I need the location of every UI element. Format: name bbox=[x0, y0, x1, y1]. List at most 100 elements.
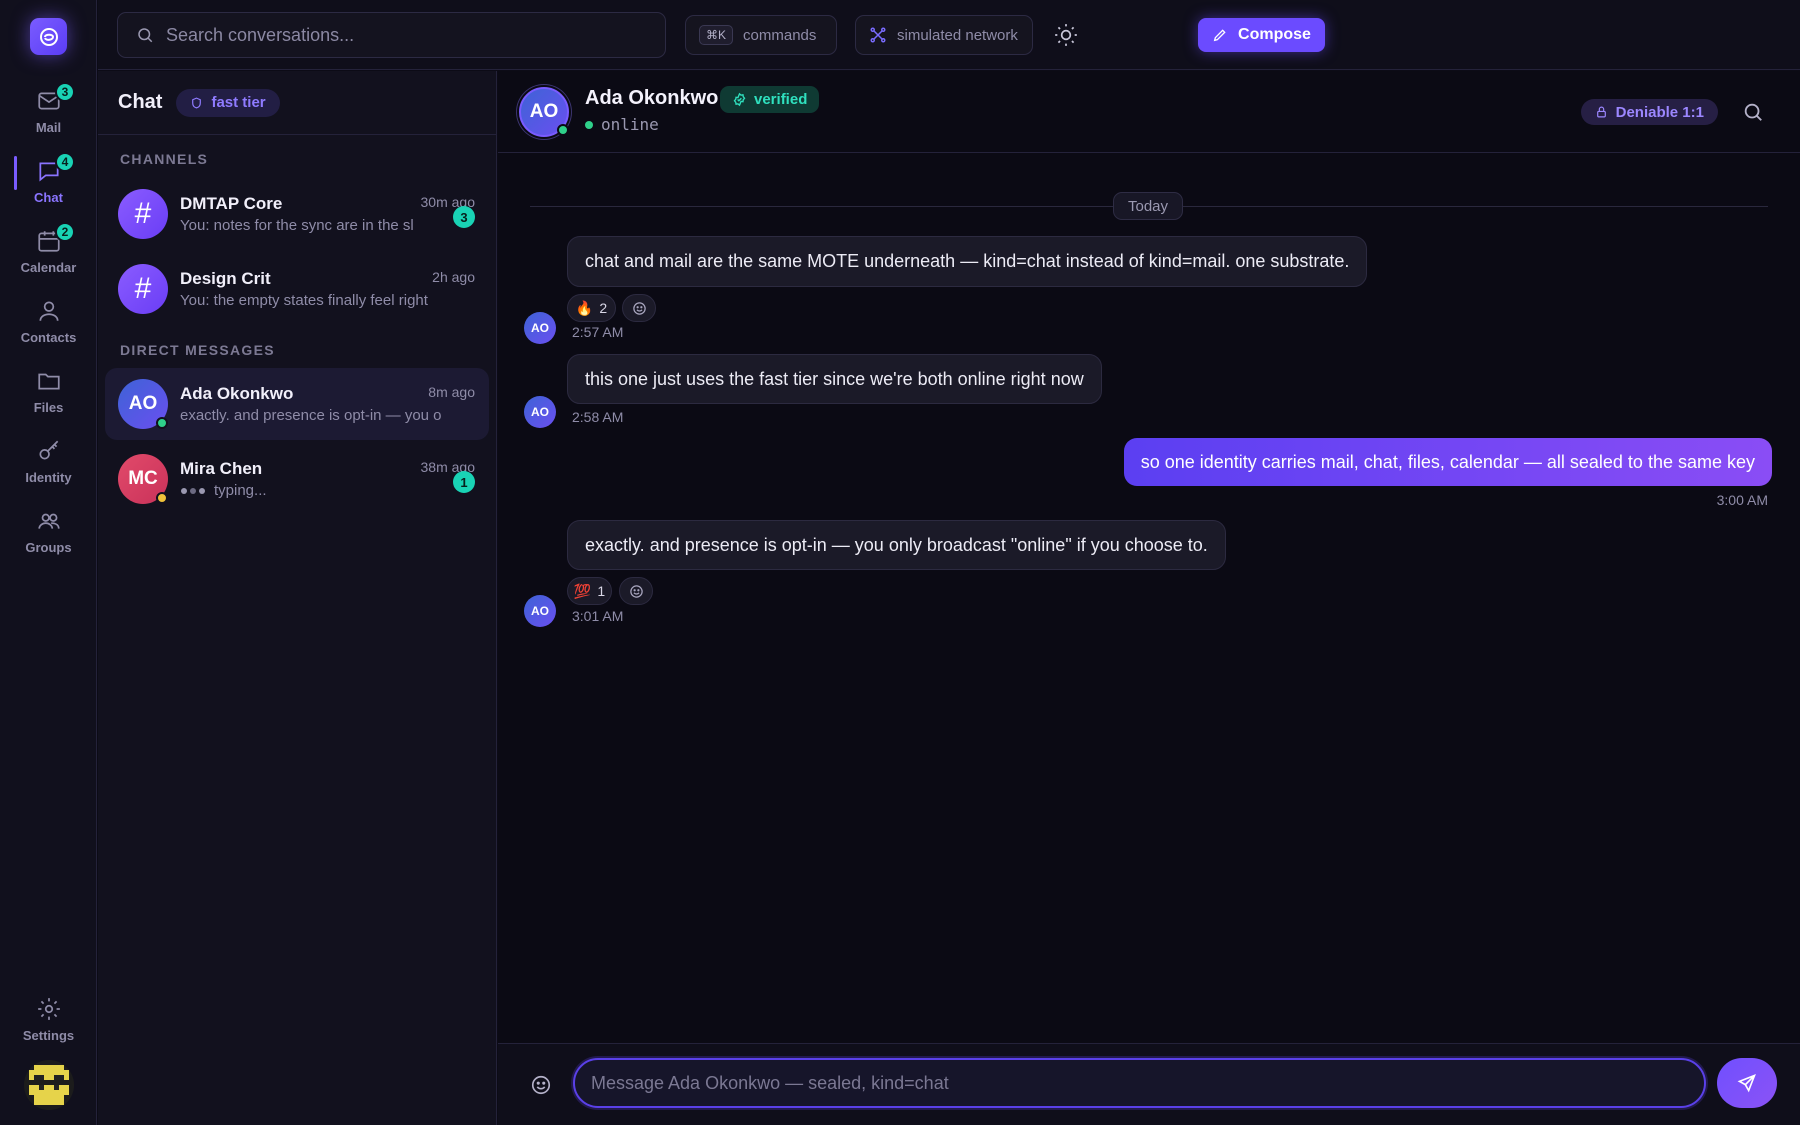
nav-mail[interactable]: Mail 3 bbox=[0, 82, 97, 144]
chat-header: AO Ada Okonkwo verified online Deniable … bbox=[498, 71, 1800, 153]
network-icon bbox=[870, 27, 886, 43]
folder-icon bbox=[37, 373, 60, 390]
nav-chat[interactable]: Chat 4 bbox=[0, 152, 97, 214]
dm-preview: exactly. and presence is opt-in — you or bbox=[180, 407, 442, 424]
search-icon bbox=[138, 28, 153, 43]
dm-time: 8m ago bbox=[428, 384, 475, 400]
tier-label: fast tier bbox=[211, 94, 266, 111]
channel-item[interactable]: # DMTAP Core 30m ago You: notes for the … bbox=[105, 178, 489, 250]
send-button[interactable] bbox=[1717, 1058, 1777, 1108]
search-box[interactable] bbox=[117, 12, 666, 58]
message-time: 2:58 AM bbox=[572, 409, 624, 425]
outgoing-message[interactable]: so one identity carries mail, chat, file… bbox=[1123, 438, 1772, 486]
contact-status-label: online bbox=[601, 115, 659, 134]
nav-contacts[interactable]: Contacts bbox=[0, 292, 97, 354]
user-avatar[interactable] bbox=[24, 1060, 74, 1110]
smile-icon bbox=[632, 301, 646, 315]
nav-identity-label: Identity bbox=[25, 470, 72, 485]
add-reaction-button[interactable] bbox=[622, 294, 656, 322]
logo-icon bbox=[39, 27, 58, 46]
typing-label: typing... bbox=[214, 482, 267, 499]
conversation-list: Chat fast tier CHANNELS # DMTAP Core 30m… bbox=[98, 71, 497, 1125]
incoming-message[interactable]: exactly. and presence is opt-in — you on… bbox=[567, 520, 1226, 570]
list-header: Chat fast tier bbox=[98, 71, 496, 135]
nav-identity[interactable]: Identity bbox=[0, 432, 97, 494]
network-button[interactable]: simulated network bbox=[855, 15, 1033, 55]
message-composer[interactable] bbox=[573, 1058, 1706, 1108]
unread-count: 1 bbox=[453, 471, 475, 493]
dm-preview: typing... bbox=[180, 482, 442, 499]
online-status-dot bbox=[156, 417, 168, 429]
unread-count: 3 bbox=[453, 206, 475, 228]
network-label: simulated network bbox=[897, 26, 1018, 44]
compose-label: Compose bbox=[1238, 26, 1311, 43]
top-bar: ⌘K commands simulated network Compose bbox=[98, 0, 1800, 70]
reaction-count: 1 bbox=[597, 583, 606, 599]
reaction-count: 2 bbox=[599, 300, 608, 316]
smile-icon bbox=[629, 584, 643, 598]
nav-contacts-label: Contacts bbox=[20, 330, 77, 345]
avatar: AO bbox=[524, 595, 556, 627]
deniable-badge[interactable]: Deniable 1:1 bbox=[1580, 99, 1718, 125]
nav-calendar-badge: 2 bbox=[55, 222, 75, 242]
compose-button[interactable]: Compose bbox=[1198, 18, 1325, 52]
send-icon bbox=[1737, 1074, 1756, 1093]
nav-files[interactable]: Files bbox=[0, 362, 97, 424]
online-indicator bbox=[585, 120, 593, 129]
nav-mail-badge: 3 bbox=[55, 82, 75, 102]
reaction-chip[interactable]: 🔥 2 bbox=[567, 294, 616, 322]
person-icon bbox=[38, 301, 59, 321]
verified-badge: verified bbox=[720, 86, 820, 113]
channel-preview: You: notes for the sync are in the sl bbox=[180, 217, 414, 234]
deniable-label: Deniable 1:1 bbox=[1615, 103, 1704, 121]
key-icon bbox=[38, 440, 58, 460]
nav-calendar-label: Calendar bbox=[20, 260, 77, 275]
channel-name: DMTAP Core bbox=[180, 194, 283, 213]
channel-hash-icon: # bbox=[118, 264, 168, 314]
reaction-emoji: 🔥 bbox=[575, 299, 594, 316]
nav-rail: Mail 3 Chat 4 Calendar 2 Contacts Files … bbox=[0, 0, 97, 1125]
channel-hash-icon: # bbox=[118, 189, 168, 239]
contact-status: online bbox=[585, 115, 659, 134]
avatar: AO bbox=[524, 312, 556, 344]
search-icon[interactable] bbox=[1742, 101, 1764, 123]
search-input[interactable] bbox=[166, 24, 646, 46]
nav-groups[interactable]: Groups bbox=[0, 502, 97, 564]
message-time: 3:00 AM bbox=[1716, 492, 1768, 508]
channel-preview: You: the empty states finally feel right bbox=[180, 292, 428, 309]
nav-chat-badge: 4 bbox=[55, 152, 75, 172]
verified-icon bbox=[733, 92, 746, 107]
day-label: Today bbox=[1113, 192, 1183, 220]
typing-dots-icon bbox=[181, 487, 205, 494]
message-input[interactable] bbox=[591, 1072, 1704, 1094]
message-time: 3:01 AM bbox=[572, 608, 624, 624]
commands-label: commands bbox=[743, 26, 817, 44]
emoji-picker-icon[interactable] bbox=[530, 1074, 552, 1096]
incoming-message[interactable]: this one just uses the fast tier since w… bbox=[567, 354, 1102, 404]
dm-item[interactable]: AO Ada Okonkwo 8m ago exactly. and prese… bbox=[105, 368, 489, 440]
channel-name: Design Crit bbox=[180, 269, 271, 288]
channels-heading: CHANNELS bbox=[120, 151, 209, 167]
nav-settings[interactable]: Settings bbox=[0, 990, 97, 1052]
dm-name: Ada Okonkwo bbox=[180, 384, 294, 403]
shield-icon bbox=[192, 96, 202, 108]
contact-name: Ada Okonkwo bbox=[585, 87, 719, 109]
reaction-chip[interactable]: 💯 1 bbox=[567, 577, 612, 605]
add-reaction-button[interactable] bbox=[619, 577, 653, 605]
incoming-message[interactable]: chat and mail are the same MOTE undernea… bbox=[567, 236, 1368, 287]
nav-mail-label: Mail bbox=[35, 120, 62, 135]
composer-bar bbox=[498, 1043, 1800, 1125]
channel-item[interactable]: # Design Crit 2h ago You: the empty stat… bbox=[105, 253, 489, 325]
dm-item[interactable]: MC Mira Chen 38m ago typing... 1 bbox=[105, 443, 489, 515]
channel-time: 2h ago bbox=[432, 269, 475, 285]
dm-name: Mira Chen bbox=[180, 459, 263, 478]
people-icon bbox=[37, 513, 60, 529]
dms-heading: DIRECT MESSAGES bbox=[120, 342, 275, 358]
lock-icon bbox=[1596, 106, 1606, 118]
user-avatar-icon bbox=[24, 1060, 74, 1110]
commands-button[interactable]: ⌘K commands bbox=[685, 15, 837, 55]
nav-calendar[interactable]: Calendar 2 bbox=[0, 222, 97, 284]
theme-toggle[interactable] bbox=[1053, 22, 1079, 48]
app-logo[interactable] bbox=[30, 18, 67, 55]
nav-settings-label: Settings bbox=[22, 1028, 75, 1043]
